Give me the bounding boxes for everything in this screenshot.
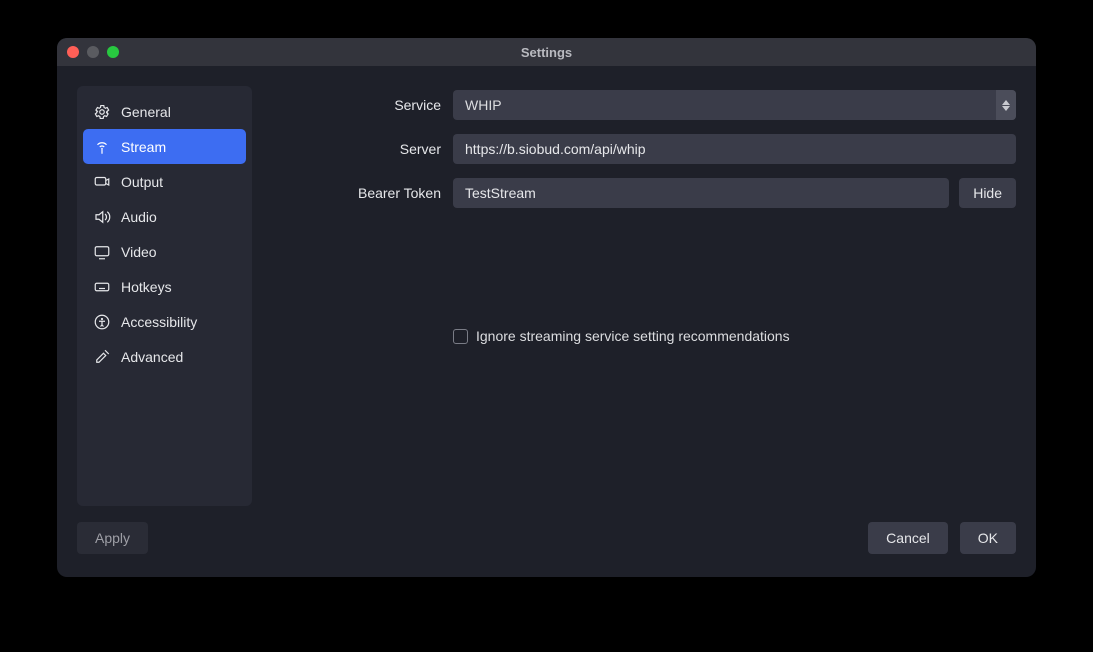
antenna-icon [93, 138, 111, 156]
row-service: Service WHIP [268, 90, 1016, 120]
window-body: General Stream Output Audio [57, 66, 1036, 515]
settings-sidebar: General Stream Output Audio [77, 86, 252, 506]
sidebar-item-hotkeys[interactable]: Hotkeys [83, 269, 246, 304]
label-service: Service [268, 97, 453, 113]
speaker-icon [93, 208, 111, 226]
gear-icon [93, 103, 111, 121]
bearer-token-input[interactable] [453, 178, 949, 208]
cancel-button[interactable]: Cancel [868, 522, 948, 554]
monitor-icon [93, 243, 111, 261]
keyboard-icon [93, 278, 111, 296]
sidebar-item-general[interactable]: General [83, 94, 246, 129]
sidebar-item-output[interactable]: Output [83, 164, 246, 199]
hide-token-button[interactable]: Hide [959, 178, 1016, 208]
settings-form: Service WHIP Server Bearer Token Hide [268, 86, 1016, 515]
chevron-updown-icon [996, 90, 1016, 120]
accessibility-icon [93, 313, 111, 331]
output-icon [93, 173, 111, 191]
sidebar-item-label: Hotkeys [121, 279, 172, 295]
row-server: Server [268, 134, 1016, 164]
sidebar-item-advanced[interactable]: Advanced [83, 339, 246, 374]
service-select-value: WHIP [453, 97, 996, 113]
sidebar-item-label: Stream [121, 139, 166, 155]
titlebar: Settings [57, 38, 1036, 66]
sidebar-item-label: Accessibility [121, 314, 197, 330]
label-server: Server [268, 141, 453, 157]
sidebar-item-accessibility[interactable]: Accessibility [83, 304, 246, 339]
row-ignore-recs[interactable]: Ignore streaming service setting recomme… [268, 328, 1016, 344]
service-select[interactable]: WHIP [453, 90, 1016, 120]
sidebar-item-label: Advanced [121, 349, 183, 365]
sidebar-item-label: General [121, 104, 171, 120]
sidebar-item-label: Output [121, 174, 163, 190]
label-token: Bearer Token [268, 185, 453, 201]
ok-button[interactable]: OK [960, 522, 1016, 554]
tools-icon [93, 348, 111, 366]
sidebar-item-label: Audio [121, 209, 157, 225]
sidebar-item-video[interactable]: Video [83, 234, 246, 269]
row-token: Bearer Token Hide [268, 178, 1016, 208]
checkbox-ignore-recs[interactable] [453, 329, 468, 344]
apply-button[interactable]: Apply [77, 522, 148, 554]
settings-window: Settings General Stream Output [57, 38, 1036, 577]
window-title: Settings [57, 45, 1036, 60]
sidebar-item-label: Video [121, 244, 157, 260]
sidebar-item-stream[interactable]: Stream [83, 129, 246, 164]
dialog-footer: Apply Cancel OK [57, 515, 1036, 577]
server-input[interactable] [453, 134, 1016, 164]
label-ignore-recs: Ignore streaming service setting recomme… [476, 328, 790, 344]
sidebar-item-audio[interactable]: Audio [83, 199, 246, 234]
